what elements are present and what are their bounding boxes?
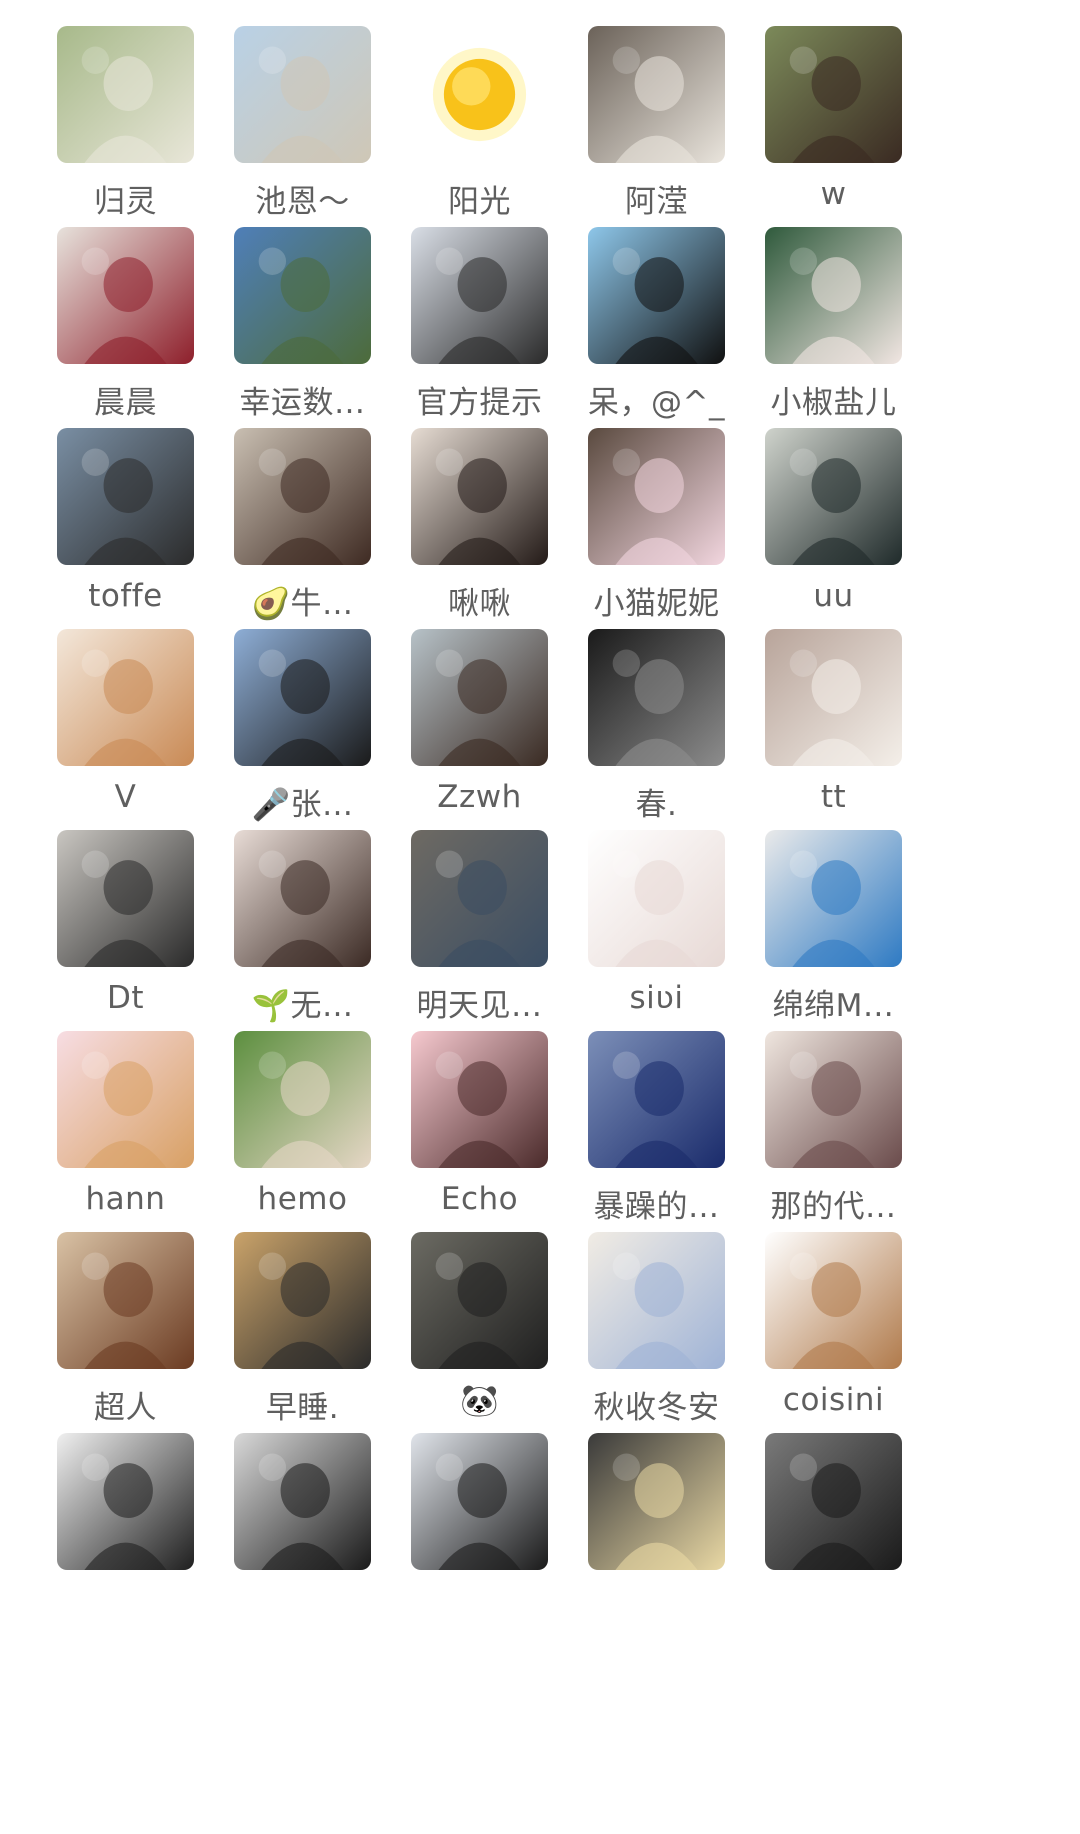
member-item[interactable]: 幸运数… xyxy=(200,199,380,421)
snow-photo-avatar[interactable] xyxy=(411,227,548,364)
woman-portrait-avatar[interactable] xyxy=(234,629,371,766)
cartoon-cat-avatar[interactable] xyxy=(765,1232,902,1369)
selfie-photo-avatar[interactable] xyxy=(765,428,902,565)
member-item[interactable]: uu xyxy=(731,400,911,620)
dog-flowers-avatar[interactable] xyxy=(234,1031,371,1168)
angel-illustration-avatar[interactable] xyxy=(765,629,902,766)
member-item[interactable]: 早睡. xyxy=(200,1204,380,1426)
mountain-photo-avatar[interactable] xyxy=(234,227,371,364)
woman-portrait-avatar[interactable] xyxy=(765,26,902,163)
member-item[interactable]: 阳光 xyxy=(377,0,557,220)
member-item[interactable]: tt xyxy=(731,601,911,821)
member-item[interactable]: 🐼 xyxy=(377,1204,557,1424)
member-item[interactable]: Zzwh xyxy=(377,601,557,821)
woman-car-photo-avatar[interactable] xyxy=(57,428,194,565)
member-item[interactable]: 🥑牛… xyxy=(200,400,380,622)
black-cat-avatar[interactable] xyxy=(588,227,725,364)
deer-illustration-avatar[interactable] xyxy=(57,1031,194,1168)
member-item[interactable]: 春. xyxy=(554,601,734,823)
member-item[interactable]: siʋi xyxy=(554,802,734,1022)
alley-photo-avatar[interactable] xyxy=(411,830,548,967)
member-item[interactable]: 小猫妮妮 xyxy=(554,400,734,622)
woman-cafe-avatar[interactable] xyxy=(411,1232,548,1369)
flowers-photo-avatar[interactable] xyxy=(411,629,548,766)
member-item[interactable]: 啾啾 xyxy=(377,400,557,622)
member-item[interactable]: toffe xyxy=(23,400,203,620)
white-puppy-avatar[interactable] xyxy=(765,830,902,967)
long-hair-portrait-avatar[interactable] xyxy=(234,830,371,967)
member-item[interactable] xyxy=(731,1405,911,1625)
member-item[interactable]: 呆，@^_ xyxy=(554,199,734,421)
plush-toy-avatar[interactable] xyxy=(57,1433,194,1570)
beach-photo-avatar[interactable] xyxy=(234,26,371,163)
member-item[interactable] xyxy=(200,1405,380,1625)
silhouette-window-avatar[interactable] xyxy=(588,629,725,766)
member-item[interactable] xyxy=(23,1405,203,1625)
member-item[interactable]: 小椒盐儿 xyxy=(731,199,911,421)
painted-girl-avatar[interactable] xyxy=(765,1031,902,1168)
member-item[interactable]: 晨晨 xyxy=(23,199,203,421)
motorcycle-photo-avatar[interactable] xyxy=(588,1031,725,1168)
member-item[interactable]: Dt xyxy=(23,802,203,1022)
member-item[interactable]: Echo xyxy=(377,1003,557,1223)
group-member-grid: 归灵 池恩～ 阳光 阿滢 w 晨晨 幸运数… 官方提示 呆，@^_ 小椒盐儿 t… xyxy=(0,0,1080,1834)
smiling-woman-avatar[interactable] xyxy=(57,1232,194,1369)
couple-photo-avatar[interactable] xyxy=(588,428,725,565)
member-item[interactable]: 阿滢 xyxy=(554,0,734,220)
member-item[interactable]: 官方提示 xyxy=(377,199,557,421)
eating-girl-avatar[interactable] xyxy=(588,1433,725,1570)
member-item[interactable]: V xyxy=(23,601,203,821)
member-item[interactable]: w xyxy=(731,0,911,218)
member-item[interactable] xyxy=(377,1405,557,1625)
seated-woman-photo-avatar[interactable] xyxy=(588,26,725,163)
sunglasses-woman-avatar[interactable] xyxy=(411,1433,548,1570)
mirror-selfie-avatar[interactable] xyxy=(57,830,194,967)
sleeping-fox-avatar[interactable] xyxy=(57,629,194,766)
cat-on-couch-avatar[interactable] xyxy=(765,227,902,364)
dog-and-girl-avatar[interactable] xyxy=(234,1232,371,1369)
cartoon-dog-avatar[interactable] xyxy=(411,1031,548,1168)
woman-portrait-avatar[interactable] xyxy=(411,428,548,565)
member-item[interactable]: 绵绵M… xyxy=(731,802,911,1024)
member-item[interactable]: coisini xyxy=(731,1204,911,1424)
street-woman-avatar[interactable] xyxy=(765,1433,902,1570)
member-item[interactable]: 🌱无… xyxy=(200,802,380,1024)
member-item[interactable]: hann xyxy=(23,1003,203,1223)
member-item[interactable]: hemo xyxy=(200,1003,380,1223)
member-item[interactable]: 🎤张… xyxy=(200,601,380,823)
member-item[interactable]: 明天见… xyxy=(377,802,557,1024)
member-item[interactable]: 秋收冬安 xyxy=(554,1204,734,1426)
member-item[interactable]: 池恩～ xyxy=(200,0,380,220)
child-portrait-avatar[interactable] xyxy=(234,428,371,565)
sun-icon[interactable] xyxy=(411,26,548,163)
dark-silhouette-avatar[interactable] xyxy=(234,1433,371,1570)
member-item[interactable] xyxy=(554,1405,734,1625)
member-item[interactable]: 那的代… xyxy=(731,1003,911,1225)
cute-cat-toy-avatar[interactable] xyxy=(588,1232,725,1369)
illustrated-girl-avatar[interactable] xyxy=(57,26,194,163)
member-item[interactable]: 暴躁的… xyxy=(554,1003,734,1225)
member-item[interactable]: 归灵 xyxy=(23,0,203,220)
member-item[interactable]: 超人 xyxy=(23,1204,203,1426)
sketch-girl-avatar[interactable] xyxy=(588,830,725,967)
gown-photo-avatar[interactable] xyxy=(57,227,194,364)
